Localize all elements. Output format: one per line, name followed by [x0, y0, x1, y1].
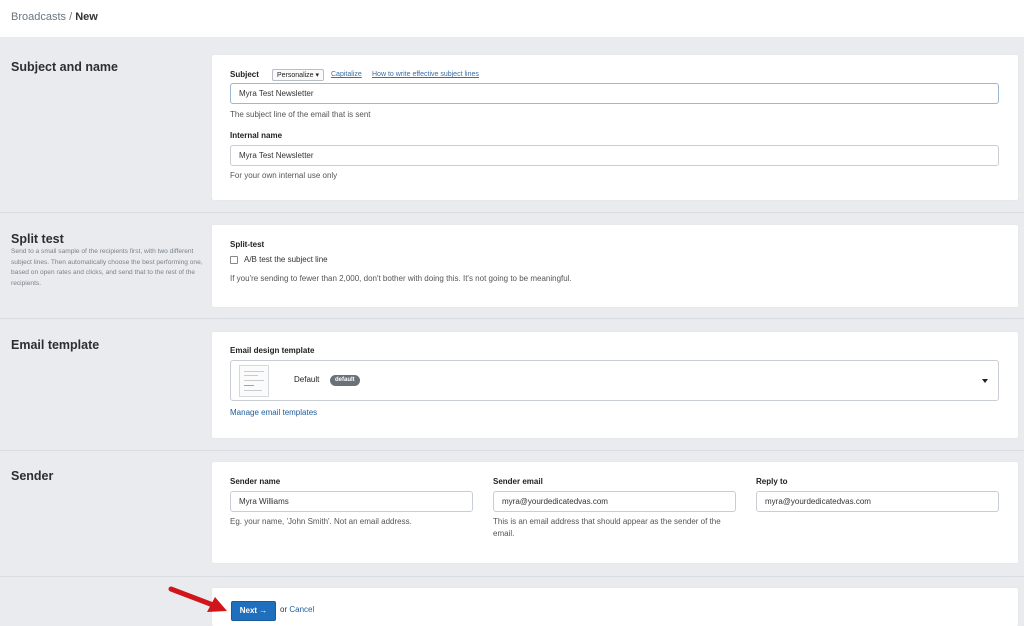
sender-email-input[interactable]: myra@yourdedicatedvas.com [493, 491, 736, 512]
personalize-dropdown[interactable]: Personalize ▾ [272, 69, 325, 81]
sender-card: Sender name Myra Williams Eg. your name,… [212, 462, 1018, 563]
sender-name-label: Sender name [230, 477, 281, 486]
sender-email-label: Sender email [493, 477, 543, 486]
reply-to-label: Reply to [756, 477, 788, 486]
subject-tips-link[interactable]: How to write effective subject lines [372, 71, 479, 78]
sender-name-help: Eg. your name, 'John Smith'. Not an emai… [230, 517, 412, 526]
section-divider [0, 450, 1024, 451]
actions-card [212, 588, 1018, 626]
manage-templates-link[interactable]: Manage email templates [230, 408, 317, 417]
ab-test-checkbox[interactable] [230, 256, 238, 264]
sender-email-help: This is an email address that should app… [493, 517, 721, 538]
chevron-down-icon [982, 379, 988, 383]
section-title-split-test: Split test [11, 232, 64, 246]
breadcrumb-separator: / [66, 11, 76, 23]
subject-card: Subject Personalize ▾ Capitalize How to … [212, 55, 1018, 200]
thumb-line [244, 375, 258, 376]
split-test-help: If you're sending to fewer than 2,000, d… [230, 274, 572, 283]
next-button[interactable]: Next → [231, 601, 276, 621]
split-test-card: Split-test A/B test the subject line If … [212, 225, 1018, 307]
internal-name-help: For your own internal use only [230, 171, 338, 180]
thumb-line [244, 371, 264, 372]
thumb-line [244, 390, 262, 391]
split-test-description: Send to a small sample of the recipients… [11, 248, 203, 287]
default-badge: default [330, 375, 360, 386]
cancel-link[interactable]: Cancel [289, 605, 314, 614]
breadcrumb-current: New [75, 11, 98, 23]
subject-help: The subject line of the email that is se… [230, 110, 371, 119]
template-select[interactable]: Default default [230, 360, 999, 401]
breadcrumb-broadcasts-link[interactable]: Broadcasts [11, 11, 66, 23]
reply-to-input[interactable]: myra@yourdedicatedvas.com [756, 491, 999, 512]
subject-input[interactable]: Myra Test Newsletter [230, 83, 999, 104]
red-arrow-icon [168, 586, 227, 612]
personalize-label: Personalize [277, 72, 314, 79]
template-selected-name: Default [294, 375, 320, 384]
section-divider [0, 212, 1024, 213]
section-title-subject: Subject and name [11, 60, 118, 74]
section-divider [0, 318, 1024, 319]
section-divider [0, 576, 1024, 577]
split-test-label: Split-test [230, 240, 265, 249]
email-template-card: Email design template Default default Ma… [212, 332, 1018, 438]
section-title-sender: Sender [11, 469, 54, 483]
email-design-template-label: Email design template [230, 346, 315, 355]
thumb-line [244, 385, 254, 386]
subject-label: Subject [230, 70, 259, 79]
ab-test-label[interactable]: A/B test the subject line [244, 254, 328, 266]
sender-name-input[interactable]: Myra Williams [230, 491, 473, 512]
thumb-line [244, 380, 264, 381]
chevron-down-icon: ▾ [315, 72, 320, 79]
internal-name-label: Internal name [230, 131, 283, 140]
template-thumbnail [239, 365, 269, 397]
internal-name-input[interactable]: Myra Test Newsletter [230, 145, 999, 166]
section-title-email-template: Email template [11, 338, 100, 352]
or-text: or [280, 605, 288, 614]
or-cancel: or Cancel [280, 605, 314, 614]
capitalize-link[interactable]: Capitalize [331, 71, 362, 78]
breadcrumb: Broadcasts / New [0, 0, 1024, 37]
